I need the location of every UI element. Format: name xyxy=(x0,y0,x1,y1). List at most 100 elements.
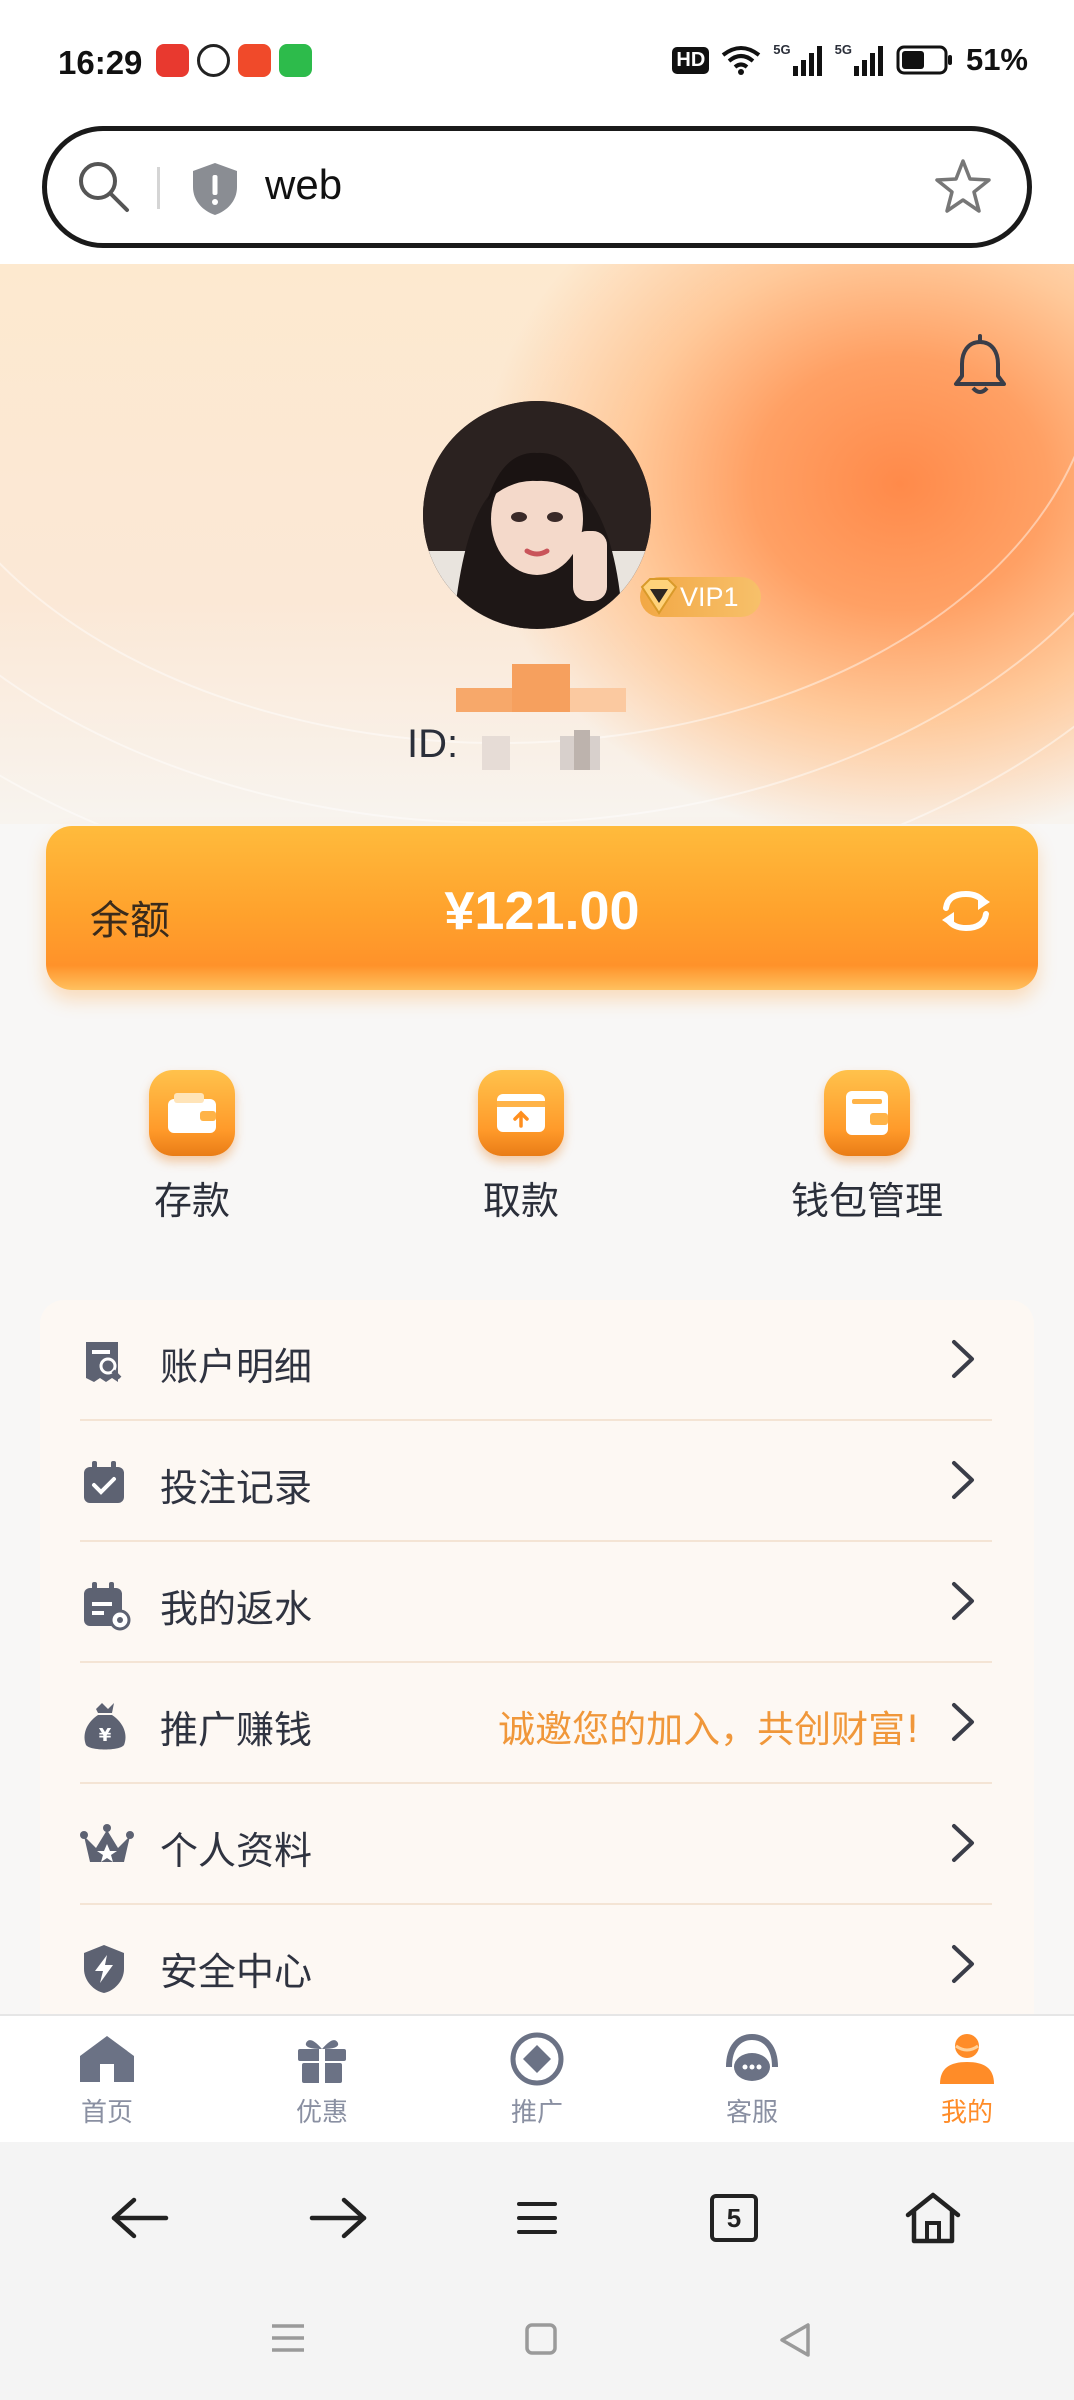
tab-label: 我的 xyxy=(940,2098,993,2128)
tab-label: 优惠 xyxy=(295,2098,348,2128)
status-bar: 16:29 HD 5G 5G 51% xyxy=(0,0,1074,120)
browser-toolbar: 5 xyxy=(0,2142,1074,2290)
chevron-right-icon xyxy=(952,1824,974,1862)
home-button[interactable] xyxy=(901,2186,965,2250)
shield-icon[interactable] xyxy=(189,161,241,217)
balance-card: 余额 ¥121.00 xyxy=(46,826,1038,990)
app-notification-icon xyxy=(156,44,189,77)
promote-icon xyxy=(467,2030,607,2088)
avatar[interactable] xyxy=(423,401,651,629)
deposit-label: 存款 xyxy=(153,1179,230,1223)
chevron-right-icon xyxy=(952,1582,974,1620)
user-id-redacted xyxy=(482,730,600,770)
calendar-rebate-icon xyxy=(84,1582,131,1631)
system-navigation xyxy=(0,2290,1074,2400)
tab-mine[interactable]: 我的 xyxy=(897,2030,1037,2129)
refresh-icon[interactable] xyxy=(938,886,994,936)
app-notification-icon xyxy=(238,44,271,77)
menu-label: 账户明细 xyxy=(160,1345,313,1389)
battery-icon xyxy=(896,45,952,75)
menu-label: 推广赚钱 xyxy=(160,1708,313,1752)
user-icon xyxy=(897,2030,1037,2088)
menu-label: 个人资料 xyxy=(160,1829,313,1873)
back-triangle-icon[interactable] xyxy=(778,2322,812,2358)
menu-item-rebate[interactable]: 我的返水 xyxy=(80,1542,992,1663)
gift-icon xyxy=(252,2030,392,2088)
menu-item-profile[interactable]: 个人资料 xyxy=(80,1784,992,1905)
wallet-manage-icon xyxy=(824,1070,910,1156)
chevron-right-icon xyxy=(952,1703,974,1741)
chevron-right-icon xyxy=(952,1340,974,1378)
balance-amount: ¥121.00 xyxy=(444,881,640,941)
tab-label: 推广 xyxy=(510,2098,563,2128)
signal-icon xyxy=(792,46,822,76)
crown-icon xyxy=(80,1824,134,1862)
menu-item-promote-earn[interactable]: ¥ 推广赚钱 诚邀您的加入，共创财富! xyxy=(80,1663,992,1784)
headset-icon xyxy=(682,2030,822,2088)
tab-label: 首页 xyxy=(80,2098,133,2128)
menu-item-security[interactable]: 安全中心 xyxy=(80,1905,992,2026)
signal-label: 5G xyxy=(773,42,791,57)
battery-percent: 51% xyxy=(965,42,1028,77)
shield-bolt-icon xyxy=(84,1945,124,1993)
signal-label: 5G xyxy=(834,42,852,57)
hamburger-icon xyxy=(517,2202,557,2234)
tabs-button[interactable]: 5 xyxy=(702,2186,766,2250)
svg-text:¥: ¥ xyxy=(99,1725,112,1746)
divider xyxy=(157,167,160,209)
address-bar[interactable]: web xyxy=(42,126,1032,248)
hd-icon: HD xyxy=(672,46,710,74)
tab-support[interactable]: 客服 xyxy=(682,2030,822,2129)
withdraw-label: 取款 xyxy=(482,1179,559,1223)
menu-item-account-details[interactable]: 账户明细 xyxy=(80,1300,992,1421)
menu-item-bet-records[interactable]: 投注记录 xyxy=(80,1421,992,1542)
quick-actions: 存款 取款 钱包管理 xyxy=(0,1070,1074,1230)
user-id-label: ID: xyxy=(407,722,459,766)
wallet-icon xyxy=(149,1070,235,1156)
forward-button[interactable] xyxy=(306,2186,370,2250)
arrow-right-icon xyxy=(309,2197,367,2239)
diamond-icon xyxy=(640,578,678,615)
avatar-photo xyxy=(423,401,651,629)
wifi-icon xyxy=(722,46,761,75)
menu-list: 账户明细 投注记录 我的返水 ¥ 推广赚钱 诚邀您的加入，共创财富! 个人资料 … xyxy=(40,1300,1034,2040)
menu-label: 安全中心 xyxy=(160,1950,313,1994)
menu-label: 我的返水 xyxy=(160,1587,313,1631)
wallet-manage-button[interactable]: 钱包管理 xyxy=(767,1070,967,1225)
url-text[interactable]: web xyxy=(265,161,342,209)
calendar-check-icon xyxy=(84,1461,124,1503)
recent-apps-icon[interactable] xyxy=(270,2322,306,2354)
arrow-left-icon xyxy=(111,2197,169,2239)
tab-home[interactable]: 首页 xyxy=(37,2030,177,2129)
menu-button[interactable] xyxy=(505,2186,569,2250)
profile-header: VIP1 ID: xyxy=(0,264,1074,824)
bottom-tab-bar: 首页 优惠 推广 客服 我的 xyxy=(0,2014,1074,2142)
status-indicators: HD 5G 5G 51% xyxy=(672,42,1028,78)
bell-icon[interactable] xyxy=(948,334,1012,398)
tab-count: 5 xyxy=(710,2194,758,2242)
username-redacted xyxy=(456,664,626,712)
money-bag-icon: ¥ xyxy=(84,1703,126,1750)
withdraw-button[interactable]: 取款 xyxy=(421,1070,621,1225)
status-time: 16:29 xyxy=(58,44,143,81)
signal-icon xyxy=(853,46,883,76)
wechat-icon xyxy=(197,44,230,77)
menu-label: 投注记录 xyxy=(160,1466,313,1510)
chevron-right-icon xyxy=(952,1945,974,1983)
tab-promote[interactable]: 推广 xyxy=(467,2030,607,2129)
browser-address-area: web xyxy=(0,120,1074,264)
chevron-right-icon xyxy=(952,1461,974,1499)
wallet-manage-label: 钱包管理 xyxy=(790,1179,943,1223)
tab-promotions[interactable]: 优惠 xyxy=(252,2030,392,2129)
star-icon[interactable] xyxy=(933,157,993,217)
home-square-icon[interactable] xyxy=(524,2322,558,2356)
back-button[interactable] xyxy=(108,2186,172,2250)
home-outline-icon xyxy=(905,2192,961,2244)
promote-slogan: 诚邀您的加入，共创财富! xyxy=(498,1708,920,1751)
notification-icons xyxy=(156,44,312,77)
home-icon xyxy=(37,2030,177,2088)
deposit-button[interactable]: 存款 xyxy=(92,1070,292,1225)
search-icon[interactable] xyxy=(75,158,131,214)
message-app-icon xyxy=(279,44,312,77)
receipt-search-icon xyxy=(86,1342,122,1382)
